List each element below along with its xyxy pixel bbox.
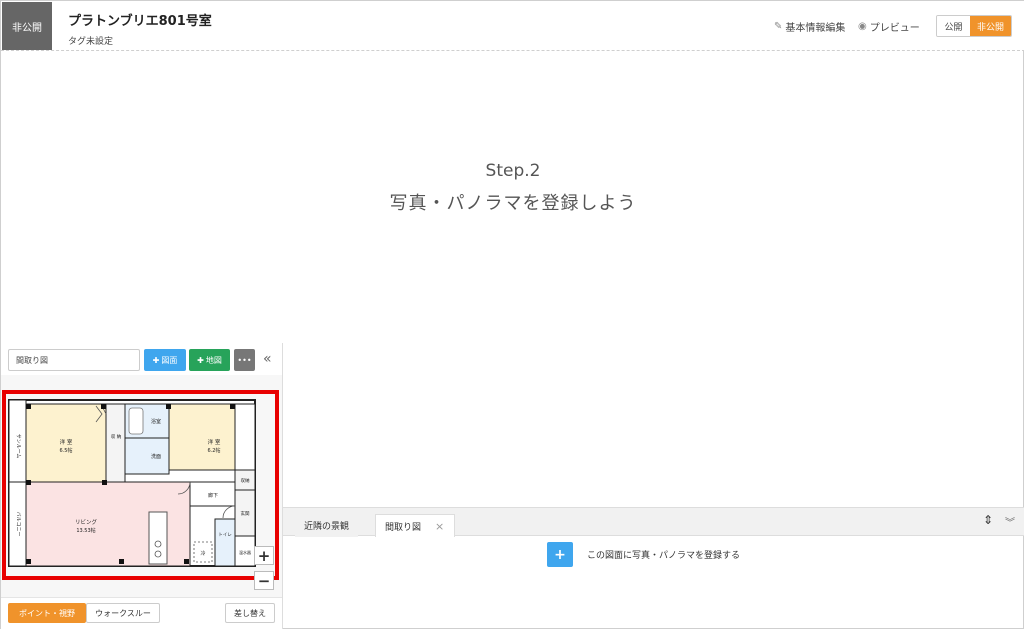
tab-neighborhood[interactable]: 近隣の景観 bbox=[295, 514, 359, 537]
hallway-label: 廊下 bbox=[208, 492, 218, 499]
room2-name: 洋 室 bbox=[208, 438, 221, 446]
panel-divider bbox=[282, 343, 283, 629]
app-window: 非公開 プラトンブリエ801号室 タグ未設定 ✎ 基本情報編集 ◉ プレビュー … bbox=[0, 0, 1024, 629]
plus-icon: ✚ bbox=[197, 355, 204, 365]
water-heater-label: 温水器 bbox=[239, 549, 251, 555]
fridge-label: 冷 bbox=[200, 550, 205, 557]
bath-label: 浴室 bbox=[151, 418, 161, 425]
tab-label: 間取り図 bbox=[385, 522, 422, 533]
public-option[interactable]: 公開 bbox=[937, 16, 970, 36]
page-title: プラトンブリエ801号室 bbox=[68, 14, 212, 29]
private-option[interactable]: 非公開 bbox=[970, 16, 1011, 36]
tab-bar: 近隣の景観 間取り図 × ⇕ ︾ bbox=[283, 507, 1024, 537]
storage2-label: 収納 bbox=[241, 477, 250, 484]
preview-link[interactable]: ◉ プレビュー bbox=[858, 19, 920, 34]
add-plan-label: 図面 bbox=[161, 355, 178, 365]
zoom-in-button[interactable]: + bbox=[254, 546, 274, 565]
plus-icon: ✚ bbox=[152, 355, 160, 365]
mode-bar: ポイント・視野 ウォークスルー 差し替え bbox=[1, 597, 282, 629]
publish-toggle: 公開 非公開 bbox=[936, 15, 1012, 37]
sunroom-label: サンルーム bbox=[15, 434, 21, 459]
add-map-button[interactable]: ✚ 地図 bbox=[189, 349, 230, 371]
add-map-label: 地図 bbox=[205, 355, 222, 365]
mode-walkthrough-button[interactable]: ウォークスルー bbox=[86, 603, 160, 623]
more-button[interactable]: ••• bbox=[234, 349, 255, 371]
eye-icon: ◉ bbox=[858, 21, 867, 32]
preview-label: プレビュー bbox=[869, 23, 920, 34]
step-number: Step.2 bbox=[485, 161, 541, 181]
status-badge: 非公開 bbox=[2, 2, 52, 50]
storage1-label: 収 納 bbox=[111, 433, 122, 440]
step-message: 写真・パノラマを登録しよう bbox=[389, 193, 637, 214]
pencil-icon: ✎ bbox=[774, 21, 783, 32]
entrance-label: 玄関 bbox=[241, 510, 250, 517]
plan-select[interactable]: 間取り図 bbox=[8, 349, 140, 371]
room1-size: 6.5帖 bbox=[60, 447, 73, 454]
mode-point-button[interactable]: ポイント・視野 bbox=[8, 603, 86, 623]
living-size: 13.53帖 bbox=[76, 527, 95, 534]
edit-info-link[interactable]: ✎ 基本情報編集 bbox=[774, 19, 845, 34]
resize-vertical-icon[interactable]: ⇕ bbox=[983, 513, 993, 527]
edit-info-label: 基本情報編集 bbox=[785, 23, 846, 34]
swap-button[interactable]: 差し替え bbox=[225, 603, 275, 623]
tab-floorplan[interactable]: 間取り図 × bbox=[375, 514, 455, 537]
collapse-down-icon[interactable]: ︾ bbox=[1005, 514, 1015, 529]
add-plan-button[interactable]: ✚ 図面 bbox=[144, 349, 186, 371]
close-icon[interactable]: × bbox=[435, 520, 444, 533]
living-name: リビング bbox=[75, 518, 98, 526]
add-photo-button[interactable]: + bbox=[547, 542, 573, 567]
floorplan-image[interactable]: サンルーム バルコニー 洋 室 6.5帖 収 納 浴室 洗面 洋 室 6.2帖 … bbox=[6, 394, 276, 574]
toilet-label: トイレ bbox=[218, 533, 232, 538]
zoom-out-button[interactable]: − bbox=[254, 571, 274, 590]
tab-label: 近隣の景観 bbox=[304, 522, 350, 532]
floorplan-toolbar: 間取り図 ✚ 図面 ✚ 地図 ••• « bbox=[1, 343, 282, 375]
collapse-left-icon[interactable]: « bbox=[263, 351, 272, 367]
room2-size: 6.2帖 bbox=[208, 447, 221, 454]
add-photo-label[interactable]: この図面に写真・パノラマを登録する bbox=[587, 548, 740, 561]
header: 非公開 プラトンブリエ801号室 タグ未設定 ✎ 基本情報編集 ◉ プレビュー … bbox=[1, 1, 1024, 51]
balcony-label: バルコニー bbox=[15, 512, 21, 537]
room1-name: 洋 室 bbox=[60, 438, 73, 446]
washroom-label: 洗面 bbox=[151, 453, 161, 460]
tags-label[interactable]: タグ未設定 bbox=[68, 34, 113, 47]
